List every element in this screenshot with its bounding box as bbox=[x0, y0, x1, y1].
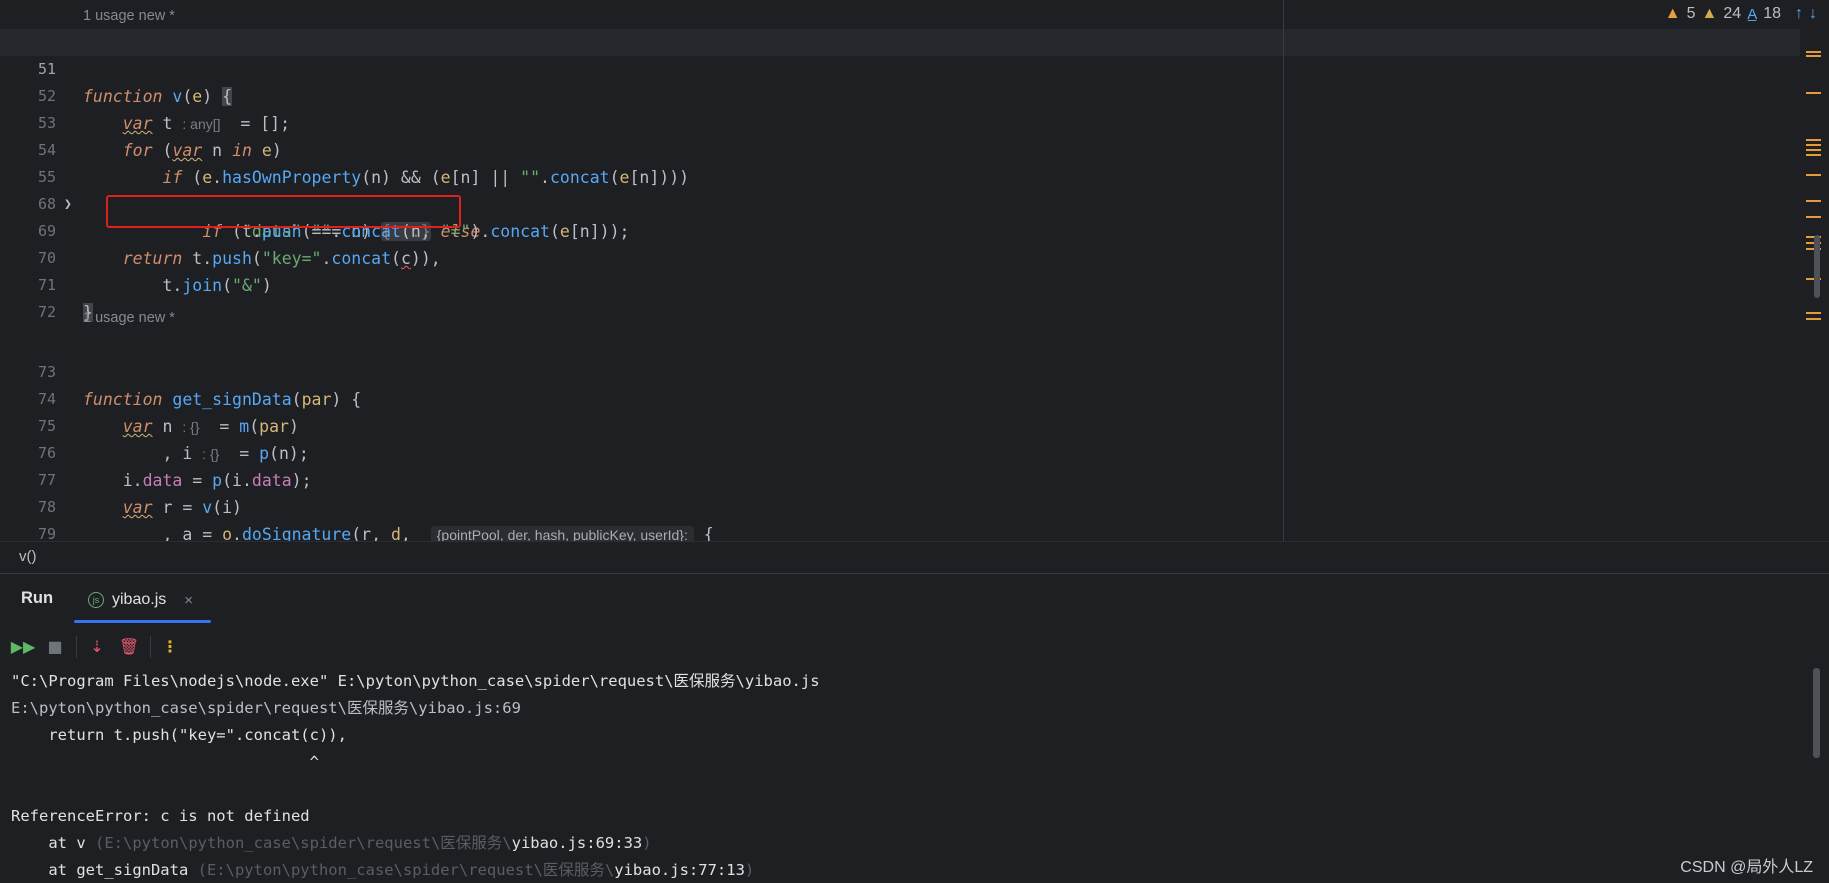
new-marker: new * bbox=[138, 310, 175, 326]
new-marker: new * bbox=[138, 8, 175, 24]
usage-count[interactable]: 1 usage bbox=[83, 310, 135, 326]
line-number: 72 bbox=[37, 303, 56, 321]
stack-link[interactable]: yibao.js:77:13 bbox=[614, 861, 745, 879]
code-editor[interactable]: 1 usage new * 51 function v(e) { 52 var … bbox=[0, 0, 1829, 541]
trash-icon[interactable]: 🗑 bbox=[118, 631, 140, 661]
code-line-53[interactable]: 53 for (var n in e) bbox=[0, 83, 1800, 160]
warning-mark[interactable] bbox=[1806, 55, 1821, 57]
code-line-51[interactable]: 51 function v(e) { bbox=[0, 29, 1800, 106]
js-file-icon: js bbox=[88, 592, 104, 608]
usage-hint[interactable]: 1 usage new * bbox=[83, 3, 175, 30]
tab-yibao-js[interactable]: js yibao.js × bbox=[88, 584, 193, 616]
stack-link[interactable]: yibao.js:69:33 bbox=[512, 834, 643, 852]
warning-mark[interactable] bbox=[1806, 51, 1821, 53]
code-line-80[interactable]: 80 }); bbox=[0, 521, 1800, 541]
warning-mark[interactable] bbox=[1806, 149, 1821, 151]
more-options-icon[interactable]: ⋮ bbox=[160, 631, 180, 661]
warning-count: 5 bbox=[1686, 5, 1696, 22]
run-tab-bar: Run js yibao.js × bbox=[0, 574, 1829, 624]
console-line: "C:\Program Files\nodejs\node.exe" E:\py… bbox=[11, 672, 820, 690]
stack-frame: at v (E:\pyton\python_case\spider\reques… bbox=[11, 834, 652, 852]
watermark: CSDN @局外人LZ bbox=[1680, 859, 1813, 876]
warning-mark[interactable] bbox=[1806, 174, 1821, 176]
code-line-79[interactable]: 79 hash: !0 bbox=[0, 494, 1800, 541]
code-line-76[interactable]: 76 i.data = p(i.data); bbox=[0, 413, 1800, 490]
code-line-54[interactable]: 54 if (e.hasOwnProperty(n) && (e[n] || "… bbox=[0, 110, 1800, 187]
console-scrollbar[interactable] bbox=[1813, 668, 1820, 758]
run-panel: Run js yibao.js × ▶▶ ■ ⇣ 🗑 ⋮ "C:\Program… bbox=[0, 573, 1829, 883]
code-line-55[interactable]: 55 ❯ if ("data" === n) {...} else bbox=[0, 137, 1800, 241]
warning-icon: ▲ bbox=[1664, 5, 1681, 22]
tab-label: yibao.js bbox=[112, 591, 167, 608]
run-toolbar: ▶▶ ■ ⇣ 🗑 ⋮ bbox=[0, 631, 1829, 661]
weak-warning-count: 24 bbox=[1723, 5, 1742, 22]
toolbar-divider bbox=[150, 636, 151, 658]
usage-hint-2[interactable]: 1 usage new * bbox=[83, 305, 175, 332]
code-line-75[interactable]: 75 , i : {} = p(n); bbox=[0, 386, 1800, 463]
code-line-52[interactable]: 52 var t : any[] = []; bbox=[0, 56, 1800, 133]
breadcrumb[interactable]: v() bbox=[0, 541, 1829, 571]
typo-icon: A̲ bbox=[1747, 5, 1758, 23]
console-line[interactable]: E:\pyton\python_case\spider\request\医保服务… bbox=[11, 695, 521, 722]
warning-mark[interactable] bbox=[1806, 154, 1821, 156]
code-line-72[interactable]: 72 bbox=[0, 272, 1800, 321]
editor-scrollbar[interactable] bbox=[1814, 235, 1820, 298]
warning-mark[interactable] bbox=[1806, 318, 1821, 320]
warning-mark[interactable] bbox=[1806, 216, 1821, 218]
warning-mark[interactable] bbox=[1806, 312, 1821, 314]
typo-count: 18 bbox=[1763, 5, 1781, 22]
code-line-71[interactable]: 71 } bbox=[0, 245, 1800, 322]
inspections-widget[interactable]: ▲ 5 ▲ 24 A̲ 18 ↑ ↓ bbox=[1665, 5, 1817, 23]
arrow-down-icon[interactable]: ↓ bbox=[1809, 5, 1817, 23]
close-icon[interactable]: × bbox=[184, 592, 193, 609]
warning-mark[interactable] bbox=[1806, 200, 1821, 202]
code-line-78[interactable]: 78 , a = o.doSignature(r, d, {pointPool,… bbox=[0, 467, 1800, 541]
usage-count[interactable]: 1 usage bbox=[83, 8, 135, 24]
right-margin-guide bbox=[1283, 0, 1284, 541]
arrow-up-icon[interactable]: ↑ bbox=[1795, 5, 1803, 23]
toolbar-divider bbox=[76, 636, 77, 658]
run-panel-title[interactable]: Run bbox=[21, 589, 53, 608]
rerun-icon[interactable]: ▶▶ bbox=[11, 631, 36, 661]
warning-mark[interactable] bbox=[1806, 139, 1821, 141]
console-line: ^ bbox=[11, 753, 319, 771]
code-line-73[interactable]: 73 function get_signData(par) { bbox=[0, 332, 1800, 409]
highlight-box bbox=[106, 195, 461, 228]
warning-mark[interactable] bbox=[1806, 92, 1821, 94]
code-line-74[interactable]: 74 var n : {} = m(par) bbox=[0, 359, 1800, 436]
warning-mark[interactable] bbox=[1806, 144, 1821, 146]
console-output[interactable]: "C:\Program Files\nodejs\node.exe" E:\py… bbox=[0, 668, 1800, 883]
weak-warning-icon: ▲ bbox=[1701, 5, 1718, 22]
active-tab-indicator bbox=[74, 620, 211, 623]
stack-frame: at get_signData (E:\pyton\python_case\sp… bbox=[11, 861, 755, 879]
code-line-77[interactable]: 77 var r = v(i) bbox=[0, 440, 1800, 517]
error-message: ReferenceError: c is not defined bbox=[11, 807, 310, 825]
console-line: return t.push("key=".concat(c)), bbox=[11, 726, 347, 744]
stop-icon[interactable]: ■ bbox=[44, 631, 66, 661]
scroll-to-end-icon[interactable]: ⇣ bbox=[86, 631, 108, 661]
code-line-68[interactable]: 68 t.push("".concat(n, "=").concat(e[n])… bbox=[0, 164, 1800, 241]
